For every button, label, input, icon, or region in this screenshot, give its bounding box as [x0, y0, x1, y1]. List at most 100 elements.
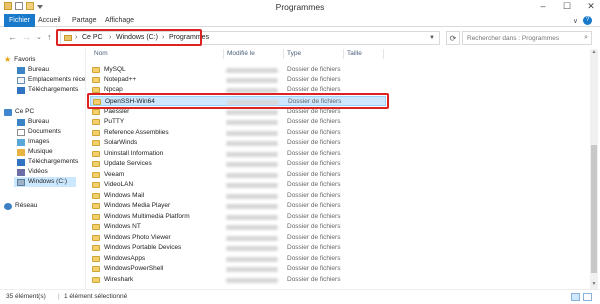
- list-item[interactable]: Windows NT Dossier de fichiers: [90, 222, 386, 232]
- list-item[interactable]: SolarWinds Dossier de fichiers: [90, 138, 386, 148]
- sidebar-item-desktop[interactable]: Bureau: [17, 65, 49, 75]
- sidebar-item-label: Bureau: [28, 118, 49, 125]
- list-item[interactable]: Windows Media Player Dossier de fichiers: [90, 201, 386, 211]
- sidebar-item-downloads[interactable]: Téléchargements: [17, 85, 78, 95]
- list-item[interactable]: Veeam Dossier de fichiers: [90, 170, 386, 180]
- list-item[interactable]: WindowsApps Dossier de fichiers: [90, 254, 386, 264]
- videos-icon: [17, 168, 25, 176]
- folder-icon: [92, 277, 100, 283]
- list-item[interactable]: PuTTY Dossier de fichiers: [90, 117, 386, 127]
- selection-count: 1 élément sélectionné: [64, 293, 128, 300]
- list-item[interactable]: Windows Mail Dossier de fichiers: [90, 191, 386, 201]
- minimize-button[interactable]: –: [538, 1, 548, 12]
- list-item[interactable]: Wireshark Dossier de fichiers: [90, 275, 386, 285]
- modified-date-blurred: [226, 194, 278, 199]
- sidebar-item-label: Windows (C:): [28, 178, 68, 185]
- list-item[interactable]: Notepad++ Dossier de fichiers: [90, 75, 386, 85]
- back-arrow-icon[interactable]: ←: [8, 32, 17, 42]
- modified-date-blurred: [226, 162, 278, 167]
- modified-date-blurred: [226, 131, 278, 136]
- recent-places-icon: [17, 76, 25, 84]
- modified-date-blurred: [226, 88, 278, 93]
- folder-icon: [92, 245, 100, 251]
- breadcrumb-separator[interactable]: ›: [109, 34, 111, 41]
- list-item[interactable]: Reference Assemblies Dossier de fichiers: [90, 128, 386, 138]
- up-arrow-icon[interactable]: ↑: [47, 32, 52, 42]
- downloads-icon: [17, 158, 25, 166]
- list-item[interactable]: VideoLAN Dossier de fichiers: [90, 180, 386, 190]
- downloads-icon: [17, 86, 25, 94]
- forward-arrow-icon[interactable]: →: [22, 32, 31, 42]
- tab-home[interactable]: Accueil: [33, 14, 66, 27]
- details-view-icon[interactable]: [571, 293, 580, 301]
- recent-locations-icon[interactable]: ⌄: [36, 33, 42, 41]
- sidebar-item-label: Images: [28, 138, 50, 145]
- desktop-icon: [17, 66, 25, 74]
- item-count: 35 élément(s): [6, 293, 46, 300]
- breadcrumb-this-pc[interactable]: Ce PC: [82, 34, 103, 41]
- sidebar-item-favorites[interactable]: ★ Favoris: [4, 55, 35, 65]
- search-box[interactable]: ⌕: [462, 31, 592, 45]
- scrollbar-thumb[interactable]: [591, 145, 597, 273]
- breadcrumb-separator[interactable]: ›: [75, 34, 77, 41]
- drive-icon: [17, 178, 25, 186]
- breadcrumb-separator[interactable]: ›: [162, 34, 164, 41]
- modified-date-blurred: [226, 204, 278, 209]
- folder-icon: [92, 109, 100, 115]
- search-input[interactable]: [463, 32, 579, 44]
- computer-icon: [4, 108, 12, 116]
- list-item[interactable]: WindowsPowerShell Dossier de fichiers: [90, 264, 386, 274]
- modified-date-blurred: [226, 246, 278, 251]
- list-item[interactable]: Windows Photo Viewer Dossier de fichiers: [90, 233, 386, 243]
- sidebar-item-recent-places[interactable]: Emplacements réce: [17, 75, 85, 85]
- tab-share[interactable]: Partage: [67, 14, 102, 27]
- large-icons-view-icon[interactable]: [583, 293, 592, 301]
- folder-icon: [92, 77, 100, 83]
- title-bar: Programmes – ☐ ✕: [0, 0, 600, 14]
- sidebar-item-label: Documents: [28, 128, 61, 135]
- sidebar-item-network[interactable]: Réseau: [4, 201, 37, 211]
- modified-date-blurred: [226, 152, 278, 157]
- music-icon: [17, 148, 25, 156]
- scroll-up-icon[interactable]: ▲: [590, 49, 598, 57]
- sidebar-item-videos[interactable]: Vidéos: [17, 167, 48, 177]
- sidebar-item-this-pc[interactable]: Ce PC: [4, 107, 34, 117]
- maximize-button[interactable]: ☐: [562, 1, 572, 12]
- folder-icon: [92, 266, 100, 272]
- list-item[interactable]: Npcap Dossier de fichiers: [90, 85, 386, 95]
- modified-date-blurred: [226, 141, 278, 146]
- sidebar-item-drive-c[interactable]: Windows (C:): [14, 177, 76, 187]
- list-item[interactable]: Paessler Dossier de fichiers: [90, 107, 386, 117]
- list-item[interactable]: MySQL Dossier de fichiers: [90, 65, 386, 75]
- sidebar-item-documents[interactable]: Documents: [17, 127, 61, 137]
- sidebar-item-pictures[interactable]: Images: [17, 137, 49, 147]
- help-icon[interactable]: ?: [583, 16, 592, 25]
- search-icon[interactable]: ⌕: [584, 34, 588, 42]
- breadcrumb-programmes[interactable]: Programmes: [169, 34, 209, 41]
- vertical-scrollbar[interactable]: ▲ ▼: [590, 49, 598, 289]
- tab-file[interactable]: Fichier: [4, 14, 36, 27]
- folder-icon: [92, 203, 100, 209]
- address-dropdown-icon[interactable]: ▼: [429, 35, 435, 41]
- close-button[interactable]: ✕: [586, 1, 596, 12]
- folder-icon: [92, 214, 100, 220]
- refresh-button[interactable]: ⟳: [446, 31, 460, 45]
- breadcrumb-drive-c[interactable]: Windows (C:): [116, 34, 158, 41]
- list-item[interactable]: Windows Portable Devices Dossier de fichi…: [90, 243, 386, 253]
- scroll-down-icon[interactable]: ▼: [590, 281, 598, 289]
- tab-view[interactable]: Affichage: [100, 14, 139, 27]
- folder-icon: [92, 193, 100, 199]
- sidebar-item-label: Ce PC: [15, 108, 35, 115]
- address-bar[interactable]: › Ce PC › Windows (C:) › Programmes ▼: [60, 31, 440, 45]
- list-item[interactable]: Update Services Dossier de fichiers: [90, 159, 386, 169]
- modified-date-blurred: [226, 120, 278, 125]
- list-item[interactable]: Windows Multimedia Platform Dossier de fi…: [90, 212, 386, 222]
- sidebar-item-downloads-pc[interactable]: Téléchargements: [17, 157, 78, 167]
- list-item-selected[interactable]: OpenSSH-Win64 Dossier de fichiers: [90, 96, 386, 106]
- sidebar-item-music[interactable]: Musique: [17, 147, 53, 157]
- window-controls: – ☐ ✕: [538, 1, 596, 12]
- folder-icon: [92, 130, 100, 136]
- expand-ribbon-icon[interactable]: ∨: [573, 17, 578, 25]
- list-item[interactable]: Uninstall Information Dossier de fichiers: [90, 149, 386, 159]
- sidebar-item-desktop-pc[interactable]: Bureau: [17, 117, 49, 127]
